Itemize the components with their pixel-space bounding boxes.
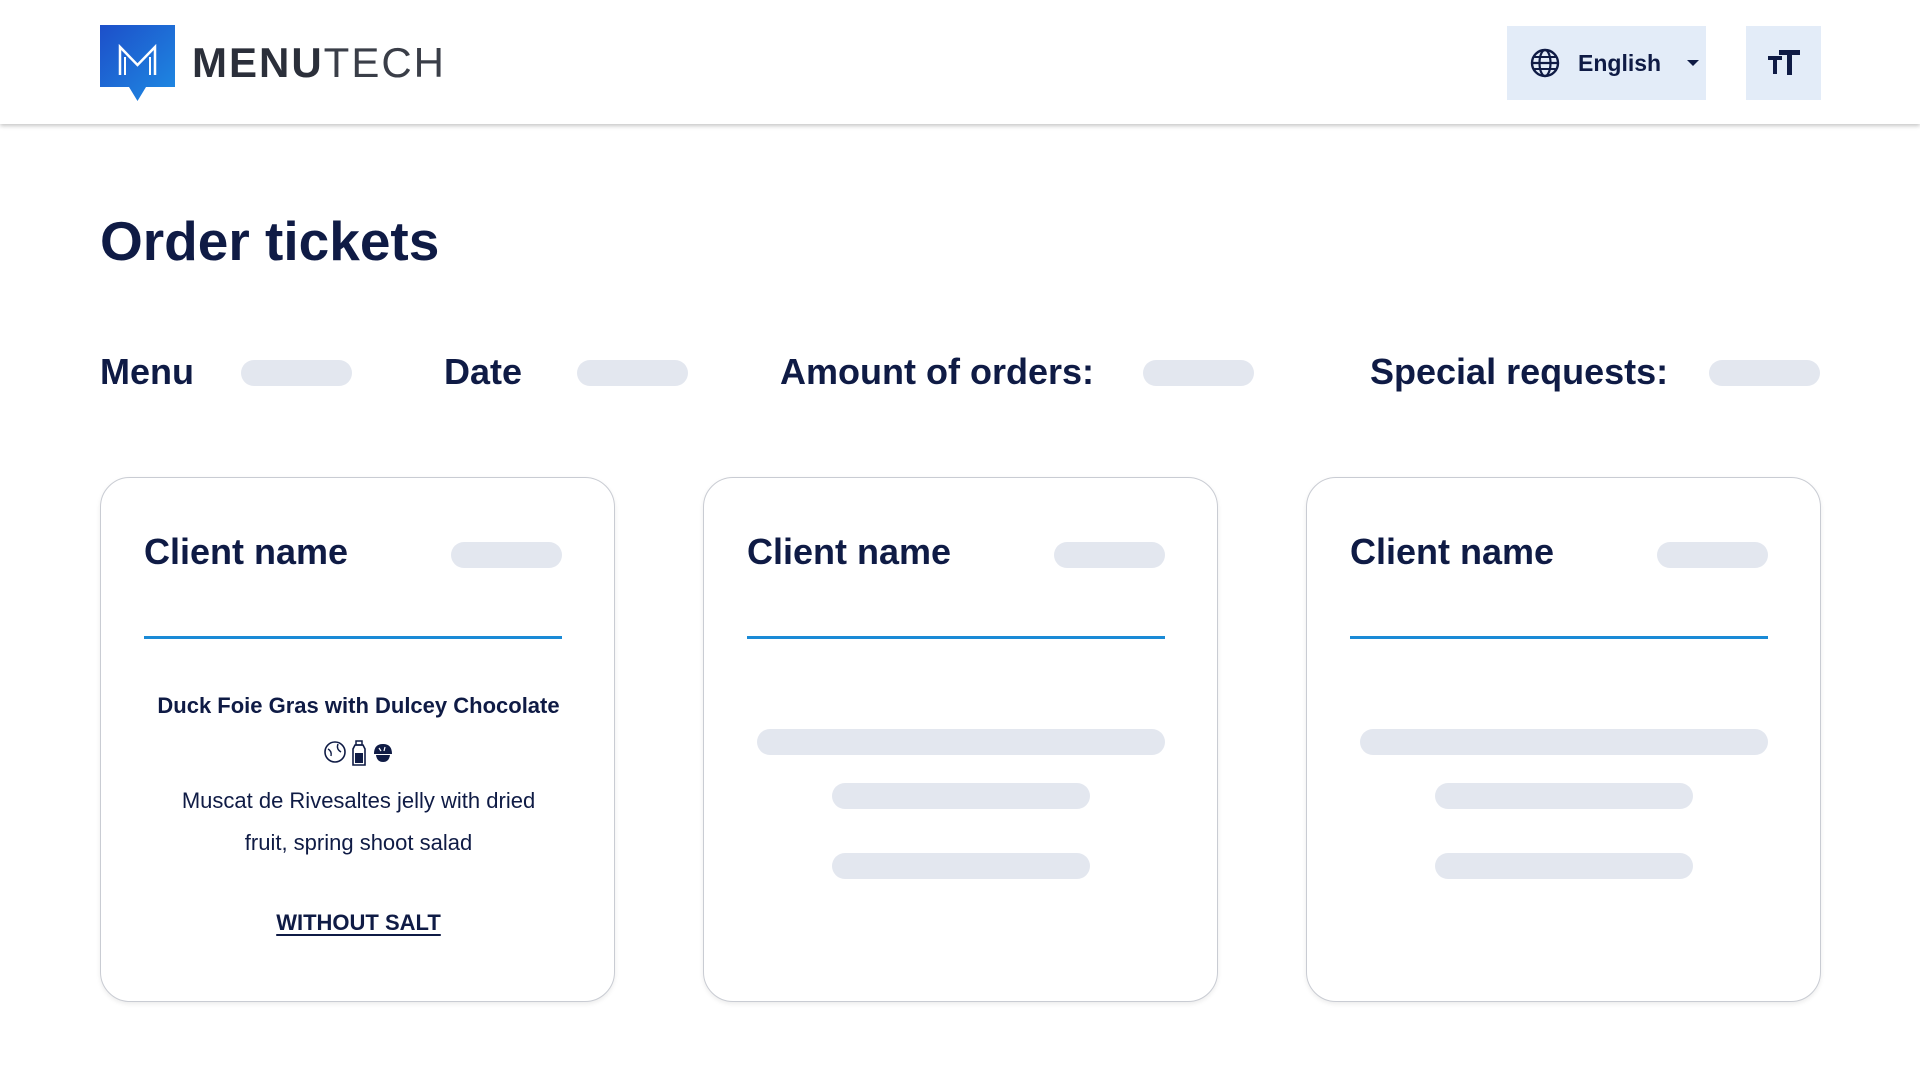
special-request-link[interactable]: WITHOUT SALT — [101, 910, 616, 936]
client-name-placeholder — [1054, 542, 1165, 568]
card-divider — [747, 636, 1165, 639]
milk-bottle-icon — [351, 740, 366, 766]
text-size-icon — [1767, 50, 1800, 75]
language-label: English — [1578, 49, 1662, 76]
order-ticket-card[interactable]: Client name — [703, 477, 1218, 1002]
client-name-label: Client name — [1350, 531, 1555, 572]
language-selector[interactable]: English — [1507, 26, 1706, 100]
menutech-logo[interactable]: MENU TECH — [100, 25, 446, 101]
dish-title-placeholder — [757, 729, 1165, 755]
page-title: Order tickets — [100, 210, 440, 272]
dish-title: Duck Foie Gras with Dulcey Chocolate — [157, 693, 560, 718]
client-name-placeholder — [451, 542, 562, 568]
dish-description: Muscat de Rivesaltes jelly with dried fr… — [181, 788, 536, 855]
egg-icon — [323, 741, 346, 763]
special-requests-value-placeholder — [1709, 360, 1820, 386]
client-name-placeholder — [1657, 542, 1768, 568]
globe-icon — [1530, 48, 1560, 78]
menu-filter-label: Menu — [100, 351, 194, 392]
order-ticket-card[interactable]: Client name — [1306, 477, 1821, 1002]
top-bar: MENU TECH English — [0, 0, 1920, 124]
logo-word-light: TECH — [323, 39, 447, 86]
caret-down-icon — [1687, 60, 1700, 66]
card-divider — [144, 636, 562, 639]
dish-description-placeholder — [832, 783, 1090, 809]
menu-value-placeholder — [241, 360, 352, 386]
order-ticket-card[interactable]: Client name Duck Foie Gras with Dulcey C… — [100, 477, 615, 1002]
date-value-placeholder — [577, 360, 688, 386]
client-name-label: Client name — [747, 531, 952, 572]
menutech-logo-icon — [100, 25, 175, 101]
special-request-placeholder — [1435, 853, 1693, 879]
logo-word-bold: MENU — [192, 39, 324, 86]
amount-value-placeholder — [1143, 360, 1254, 386]
text-size-button[interactable] — [1746, 26, 1821, 100]
client-name-label: Client name — [144, 531, 349, 572]
card-divider — [1350, 636, 1768, 639]
menutech-wordmark: MENU TECH — [192, 39, 446, 87]
allergen-icons — [101, 740, 616, 766]
nut-icon — [373, 744, 392, 762]
dish-description-placeholder — [1435, 783, 1693, 809]
amount-of-orders-label: Amount of orders: — [780, 351, 1094, 392]
dish-title-placeholder — [1360, 729, 1768, 755]
date-filter-label: Date — [444, 351, 523, 392]
special-request-placeholder — [832, 853, 1090, 879]
special-requests-label: Special requests: — [1370, 351, 1669, 392]
